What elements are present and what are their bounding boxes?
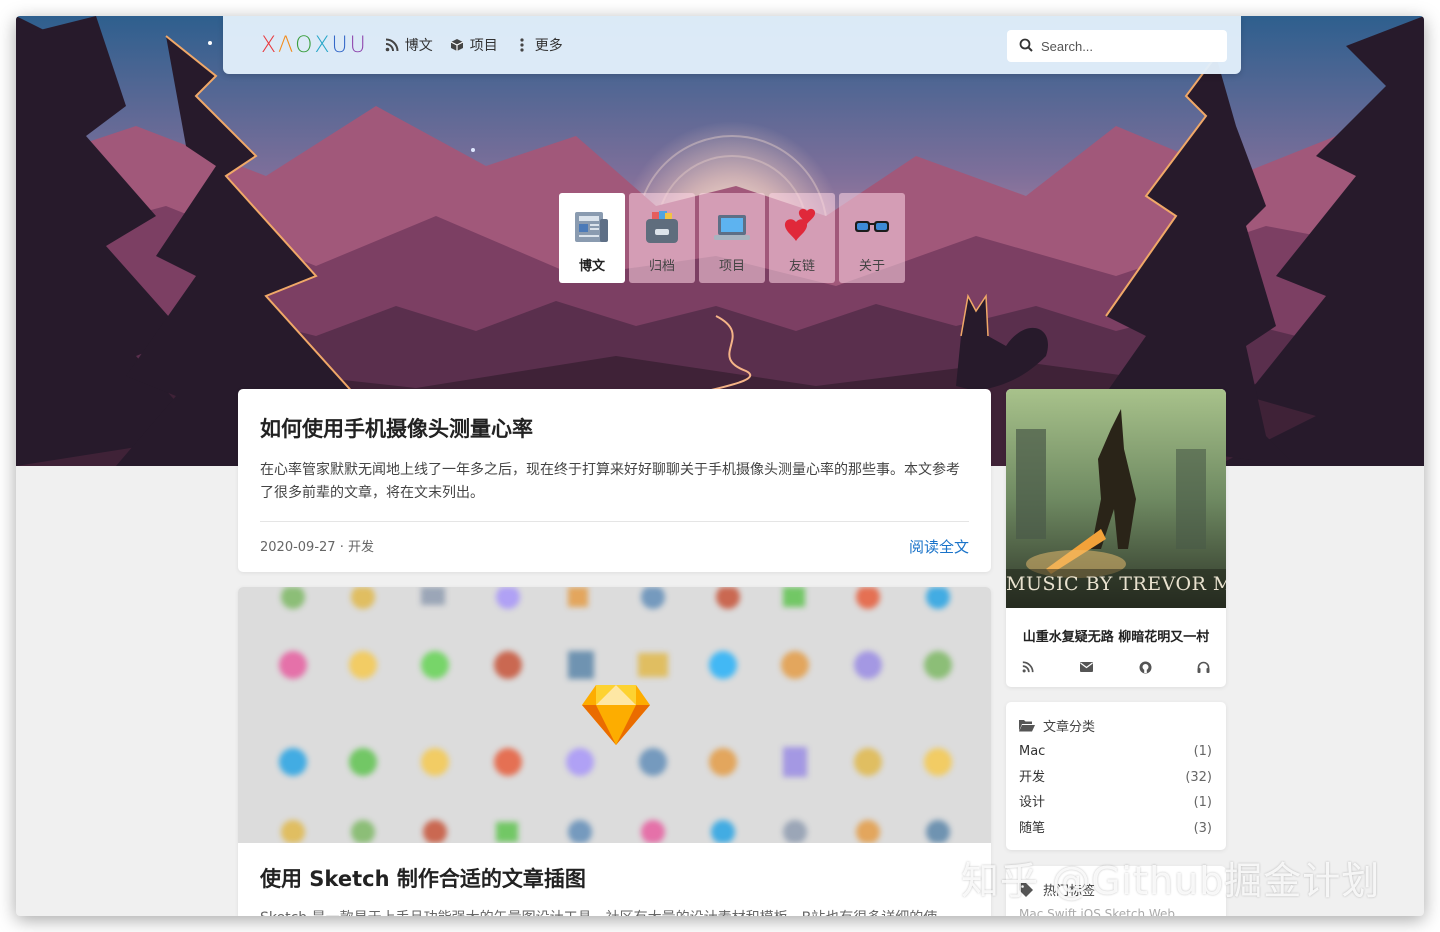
post-category[interactable]: 开发 (348, 540, 374, 555)
category-count: (1) (1193, 795, 1212, 810)
browser-window: X Λ O X U U 博文 项目 更多 Search... 博文 归档 项目 … (16, 16, 1424, 916)
post-title[interactable]: 如何使用手机摄像头测量心率 (260, 413, 969, 443)
logo-letter: X (314, 32, 332, 58)
social-links (1006, 659, 1226, 675)
category-name: 随笔 (1019, 820, 1046, 836)
category-item[interactable]: Mac (1) (1019, 743, 1212, 761)
category-item[interactable]: 开发 (32) (1019, 769, 1212, 787)
logo-letter: U (331, 32, 350, 58)
tile-label: 博文 (578, 259, 605, 274)
profile-card: MUSIC BY TREVOR MORR 山重水复疑无路 柳暗花明又一村 (1006, 389, 1226, 687)
tile-label: 项目 (718, 259, 745, 274)
two-hearts-icon (782, 207, 822, 247)
logo-letter: Λ (278, 32, 296, 58)
newspaper-icon (572, 207, 612, 247)
profile-album-art[interactable]: MUSIC BY TREVOR MORR (1006, 389, 1226, 608)
category-name: Mac (1019, 744, 1046, 759)
categories-widget: 文章分类 Mac (1) 开发 (32) 设计 (1) 随笔 (3) (1006, 702, 1226, 850)
nav-item-posts[interactable]: 博文 (384, 35, 433, 55)
category-item[interactable]: 设计 (1) (1019, 794, 1212, 812)
sketch-diamond-icon (580, 683, 652, 751)
tile-friends[interactable]: 友链 (769, 193, 835, 283)
tile-label: 归档 (648, 259, 675, 274)
category-count: (32) (1185, 769, 1212, 785)
post-meta-text: 2020-09-27 · 开发 (260, 536, 374, 557)
post-meta: 2020-09-27 · 开发 阅读全文 (260, 521, 969, 557)
mail-icon[interactable] (1079, 659, 1095, 675)
cube-icon (449, 37, 465, 53)
github-icon[interactable] (1137, 659, 1153, 675)
logo-letter: X (261, 32, 279, 58)
category-item[interactable]: 随笔 (3) (1019, 820, 1212, 838)
search-box[interactable] (1007, 30, 1227, 62)
logo-letter: O (295, 32, 315, 58)
tag-list[interactable]: Mac Swift iOS Sketch Web (1019, 907, 1212, 916)
album-caption: MUSIC BY TREVOR MORR (1006, 573, 1226, 595)
read-more-link[interactable]: 阅读全文 (909, 536, 969, 557)
profile-motto: 山重水复疑无路 柳暗花明又一村 (1022, 630, 1210, 645)
search-icon (1019, 37, 1033, 56)
widget-title: 文章分类 (1019, 716, 1212, 735)
tile-projects[interactable]: 项目 (699, 193, 765, 283)
post-cover-image[interactable] (238, 587, 991, 843)
search-input[interactable] (1041, 38, 1211, 54)
tile-label: 友链 (788, 259, 815, 274)
site-logo[interactable]: X Λ O X U U (261, 33, 368, 58)
archive-box-icon (642, 207, 682, 247)
laptop-icon (712, 207, 752, 247)
post-title[interactable]: 使用 Sketch 制作合适的文章插图 (260, 863, 969, 893)
glasses-icon (852, 207, 892, 247)
tile-archive[interactable]: 归档 (629, 193, 695, 283)
meta-separator: · (335, 540, 348, 555)
widget-title-text: 文章分类 (1043, 720, 1096, 735)
top-navbar: X Λ O X U U 博文 项目 更多 (223, 16, 1241, 74)
category-count: (1) (1193, 744, 1212, 759)
category-name: 开发 (1019, 769, 1046, 785)
quick-nav-tiles: 博文 归档 项目 友链 关于 (559, 193, 905, 283)
tile-about[interactable]: 关于 (839, 193, 905, 283)
rss-icon (384, 37, 400, 53)
post-excerpt: 在心率管家默默无闻地上线了一年多之后，现在终于打算来好好聊聊关于手机摄像头测量心… (260, 462, 960, 501)
post-card: 如何使用手机摄像头测量心率 在心率管家默默无闻地上线了一年多之后，现在终于打算来… (238, 389, 991, 572)
nav-item-label: 博文 (404, 38, 433, 54)
tile-posts[interactable]: 博文 (559, 193, 625, 283)
post-date: 2020-09-27 (260, 540, 336, 555)
category-name: 设计 (1019, 795, 1046, 810)
tile-label: 关于 (858, 259, 885, 274)
headphones-icon[interactable] (1196, 659, 1212, 675)
post-excerpt: Sketch 是一款易于上手且功能强大的矢量图设计工具，社区有大量的设计素材和模… (260, 907, 969, 916)
nav-item-label: 更多 (534, 38, 563, 54)
nav-item-label: 项目 (469, 38, 498, 54)
post-card: 使用 Sketch 制作合适的文章插图 Sketch 是一款易于上手且功能强大的… (238, 587, 991, 916)
more-vertical-icon (514, 37, 530, 53)
nav-item-more[interactable]: 更多 (514, 35, 563, 55)
folder-open-icon (1019, 719, 1035, 733)
nav-item-projects[interactable]: 项目 (449, 35, 498, 55)
category-count: (3) (1193, 820, 1212, 836)
logo-letter: U (349, 32, 368, 58)
watermark-text: 知乎 @Github掘金计划 (961, 859, 1381, 903)
rss-icon[interactable] (1020, 659, 1036, 675)
